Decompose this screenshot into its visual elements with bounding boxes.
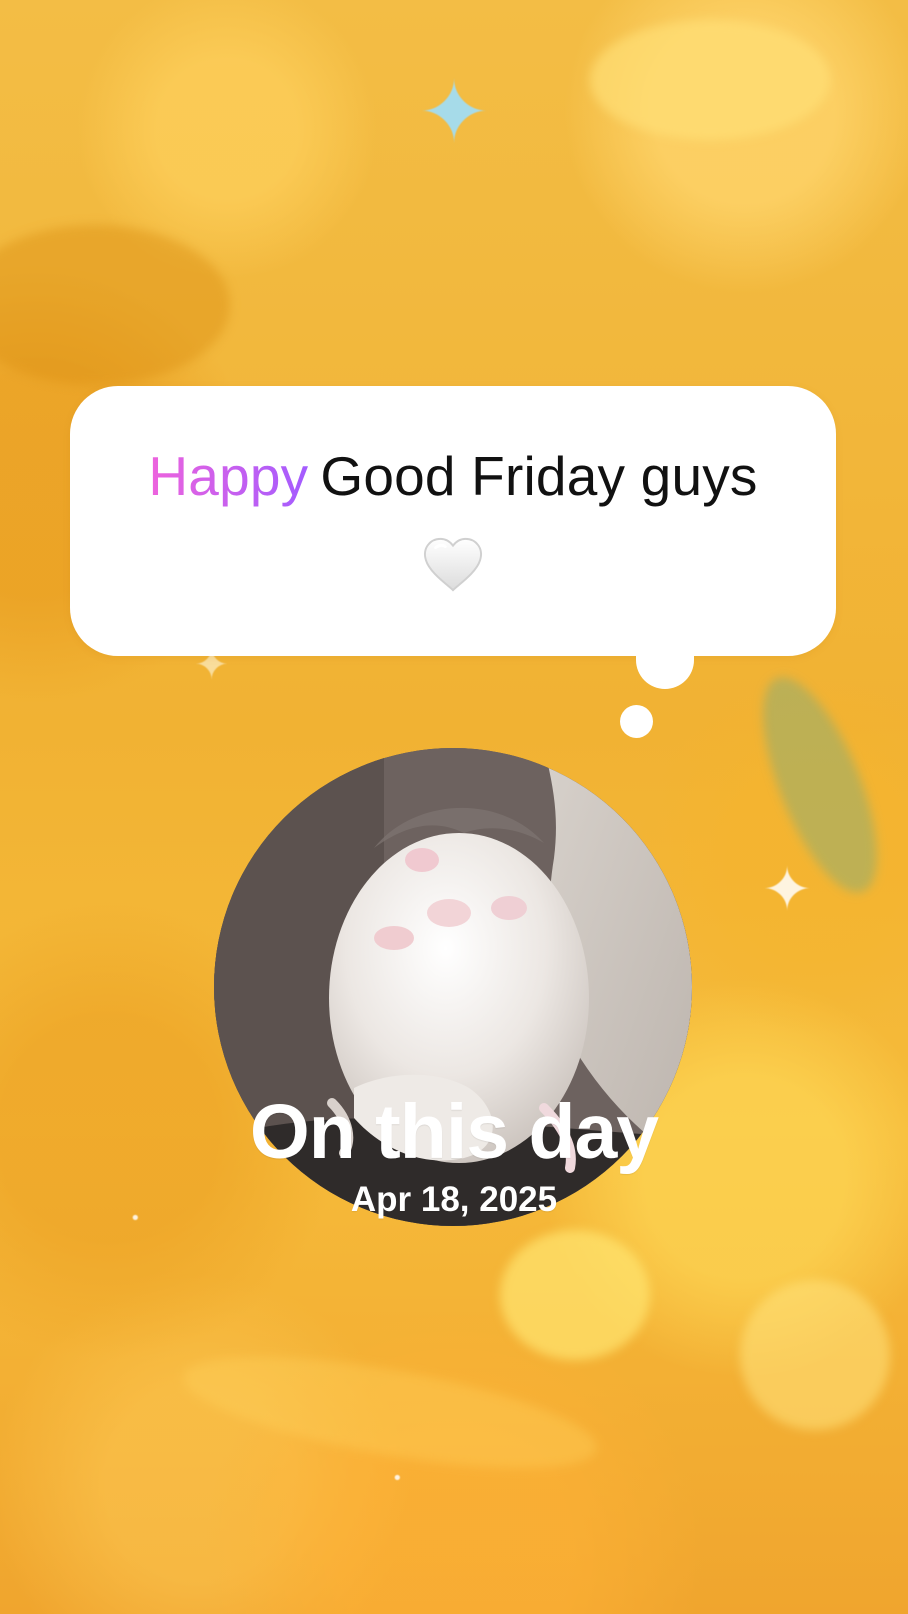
background-flower [500, 1230, 650, 1360]
bubble-message: Good Friday guys [320, 445, 758, 507]
sparkle-icon: • [392, 1468, 403, 1489]
memory-date: Apr 18, 2025 [350, 1180, 558, 1219]
sparkle-icon: ✦ [418, 63, 491, 163]
heart-icon [424, 537, 482, 592]
memory-screen: ✦ ✦ • • ✦ Happy Good Friday guys On this… [0, 0, 908, 1614]
sparkle-icon: ✦ [762, 855, 813, 925]
bubble-text: Happy Good Friday guys [70, 444, 836, 508]
background-blob [0, 225, 230, 385]
background-blob [175, 1334, 605, 1491]
bubble-dot [620, 705, 653, 738]
bubble-tail [636, 652, 694, 689]
background-blob [590, 20, 830, 140]
memory-title: On this day [249, 1089, 659, 1175]
thought-bubble: Happy Good Friday guys [70, 386, 836, 656]
bubble-highlight-word: Happy [148, 445, 309, 507]
background-blob [740, 1280, 890, 1430]
